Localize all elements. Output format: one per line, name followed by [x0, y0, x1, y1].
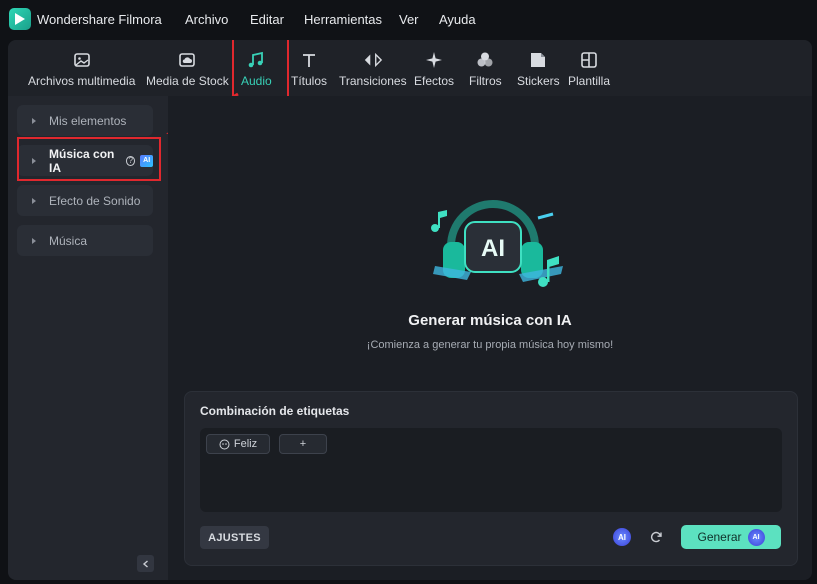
transition-icon [363, 50, 383, 70]
app-title: Wondershare Filmora [37, 12, 162, 27]
tab-label: Filtros [469, 74, 502, 88]
sidebar-item-musica[interactable]: Música [17, 225, 153, 256]
main-window: Archivos multimedia Media de Stock Audio… [8, 40, 812, 580]
page-subtitle: ¡Comienza a generar tu propia música hoy… [366, 339, 614, 351]
media-icon [72, 50, 92, 70]
title-t-icon [299, 50, 319, 70]
filter-icon [475, 50, 495, 70]
tab-label: Títulos [291, 74, 328, 88]
tab-label: Media de Stock [146, 74, 229, 88]
tab-efectos[interactable]: Efectos [414, 50, 454, 88]
stock-cloud-icon [177, 50, 197, 70]
sidebar-item-label: Música [49, 233, 88, 248]
ai-icon: AI [747, 528, 765, 546]
menu-bar: Wondershare Filmora Archivo Editar Herra… [0, 0, 817, 40]
chevron-left-icon [142, 559, 148, 568]
sidebar-item-mis-elementos[interactable]: Mis elementos [17, 105, 153, 136]
sticker-icon [528, 50, 548, 70]
tab-filtros[interactable]: Filtros [469, 50, 502, 88]
generate-label: Generar [697, 530, 742, 544]
page-title: Generar música con IA [408, 312, 572, 329]
tab-label: Plantilla [568, 74, 611, 88]
main-content: AI Generar música con IA ¡Comienza a gen… [168, 96, 812, 580]
musica-ia-highlight-box [17, 137, 161, 181]
toolbar: Archivos multimedia Media de Stock Audio… [8, 40, 812, 100]
collapse-sidebar-button[interactable] [137, 555, 154, 572]
menu-ver[interactable]: Ver [399, 12, 419, 27]
menu-herramientas[interactable]: Herramientas [304, 12, 382, 27]
tab-titulos[interactable]: Títulos [291, 50, 327, 88]
tab-transiciones[interactable]: Transiciones [339, 50, 407, 88]
filmora-logo-icon [9, 8, 31, 30]
menu-ayuda[interactable]: Ayuda [439, 12, 476, 27]
sidebar-item-label: Mis elementos [49, 113, 127, 128]
settings-button[interactable]: AJUSTES [200, 526, 269, 549]
tag-icon [219, 439, 230, 449]
tab-label: Archivos multimedia [28, 74, 136, 88]
refresh-icon[interactable] [648, 529, 664, 545]
caret-right-icon [32, 197, 36, 204]
caret-right-icon [32, 237, 36, 244]
tab-media-de-stock[interactable]: Media de Stock [146, 50, 229, 88]
svg-text:AI: AI [481, 235, 505, 262]
panel-title: Combinación de etiquetas [200, 404, 350, 418]
sidebar-item-efecto-de-sonido[interactable]: Efecto de Sonido [17, 185, 153, 216]
tab-label: Stickers [517, 74, 560, 88]
tag-combination-panel: Combinación de etiquetas Feliz + AJUSTES… [184, 391, 798, 566]
sidebar-item-label: Efecto de Sonido [49, 193, 141, 208]
tag-input-area[interactable]: Feliz + [200, 428, 782, 512]
menu-editar[interactable]: Editar [250, 12, 284, 27]
menu-archivo[interactable]: Archivo [185, 12, 228, 27]
tag-chip[interactable]: Feliz [206, 434, 270, 454]
sparkle-icon [424, 50, 444, 70]
template-icon [579, 50, 599, 70]
tab-label: Efectos [414, 74, 455, 88]
tab-label: Transiciones [339, 74, 407, 88]
ai-headphones-illustration-icon: AI [431, 200, 563, 287]
tab-stickers[interactable]: Stickers [517, 50, 560, 88]
tab-archivos-multimedia[interactable]: Archivos multimedia [28, 50, 135, 88]
generate-button[interactable]: Generar AI [681, 525, 781, 549]
ai-assistant-icon[interactable]: AI [613, 528, 631, 546]
add-tag-button[interactable]: + [279, 434, 327, 454]
tag-label: Feliz [233, 438, 258, 450]
caret-right-icon [32, 117, 36, 124]
tab-plantilla[interactable]: Plantilla [568, 50, 610, 88]
